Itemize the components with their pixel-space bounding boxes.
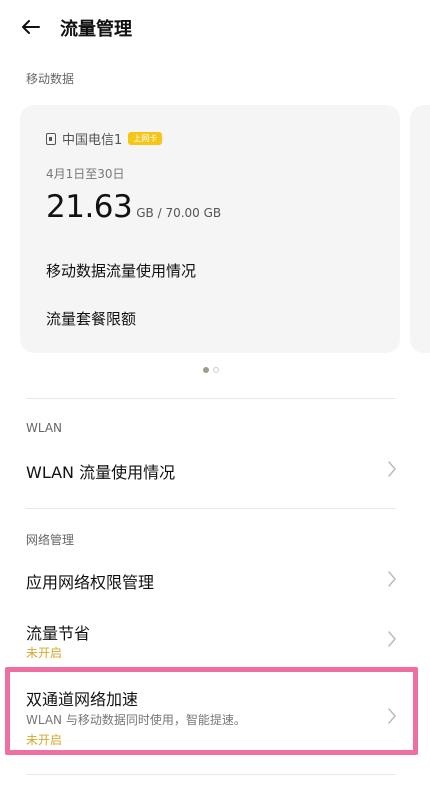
app-network-permissions-label: 应用网络权限管理	[26, 573, 155, 592]
carrier-name: 中国电信1	[62, 133, 123, 148]
back-arrow-icon[interactable]	[18, 14, 44, 40]
mobile-data-usage-link[interactable]: 移动数据流量使用情况	[46, 260, 196, 281]
divider	[26, 508, 396, 509]
divider	[26, 398, 396, 399]
carousel-dot-active	[203, 367, 209, 373]
network-section-label: 网络管理	[26, 533, 75, 547]
app-network-permissions-row[interactable]: 应用网络权限管理	[0, 556, 430, 602]
usage-summary: 21.63 GB / 70.00 GB	[46, 189, 221, 225]
data-saver-row[interactable]: 流量节省 未开启	[0, 610, 430, 666]
usage-total: GB / 70.00 GB	[136, 206, 222, 220]
sim-card-icon	[46, 132, 56, 145]
data-saver-label: 流量节省	[26, 624, 91, 643]
wlan-usage-label: WLAN 流量使用情况	[26, 463, 176, 482]
plan-limit-link[interactable]: 流量套餐限额	[46, 308, 136, 329]
used-amount: 21.63	[46, 189, 133, 225]
chevron-right-icon	[386, 570, 398, 588]
highlight-box	[5, 667, 418, 755]
wlan-usage-row[interactable]: WLAN 流量使用情况	[0, 446, 430, 492]
billing-period: 4月1日至30日	[46, 167, 125, 181]
next-card-peek[interactable]	[410, 105, 430, 353]
top-bar: 流量管理	[0, 0, 430, 56]
mobile-data-section-label: 移动数据	[26, 72, 75, 86]
data-saver-status: 未开启	[26, 646, 63, 660]
page-title: 流量管理	[60, 19, 132, 40]
sim-info: 中国电信1 上网卡	[46, 129, 163, 148]
plan-badge: 上网卡	[128, 132, 163, 145]
carousel-indicator	[203, 367, 219, 373]
chevron-right-icon	[386, 630, 398, 648]
carousel-dot	[213, 367, 219, 373]
chevron-right-icon	[386, 460, 398, 478]
divider	[26, 774, 396, 775]
mobile-data-card[interactable]: 中国电信1 上网卡 4月1日至30日 21.63 GB / 70.00 GB 移…	[20, 105, 400, 353]
wlan-section-label: WLAN	[26, 421, 63, 435]
